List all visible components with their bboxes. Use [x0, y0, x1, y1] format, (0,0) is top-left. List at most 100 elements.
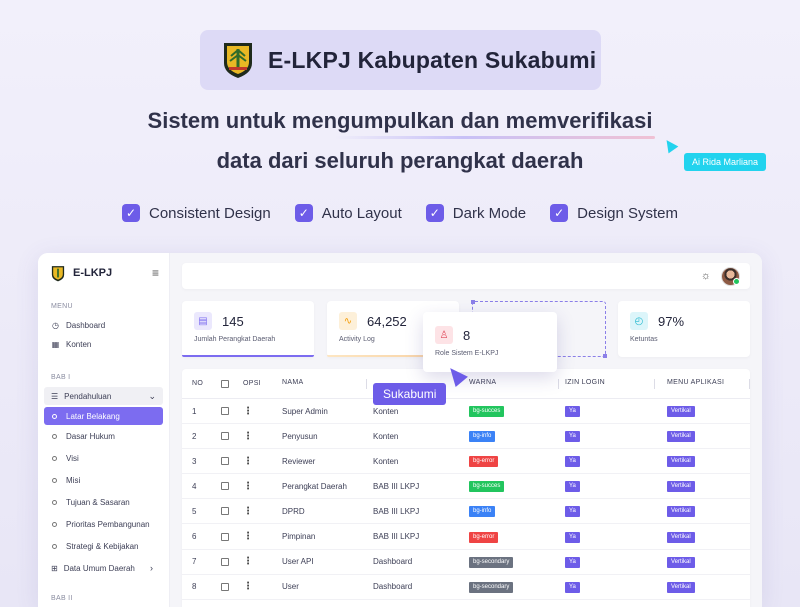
cell-nama: User API — [282, 557, 314, 567]
checkbox-checked-icon: ✓ — [121, 204, 140, 222]
stat-card-role-sistem[interactable]: ♙ 8 Role Sistem E-LKPJ — [423, 312, 557, 372]
feature-item: ✓ Design System — [550, 204, 678, 222]
sidebar-item-strategi-kebijakan[interactable]: Strategi & Kebijakan — [44, 535, 163, 557]
cell-no: 7 — [192, 557, 197, 567]
feature-item: ✓ Dark Mode — [425, 204, 526, 222]
status-badge: bg-error — [469, 531, 499, 543]
menu-badge: Vertikal — [667, 581, 695, 593]
kebab-menu-icon[interactable]: ⋮ — [243, 456, 253, 467]
row-checkbox[interactable] — [221, 457, 229, 466]
menu-badge: Vertikal — [667, 506, 695, 518]
kebab-menu-icon[interactable]: ⋮ — [243, 531, 253, 542]
table-row[interactable]: 2 ⋮ Penyusun Konten bg-info Ya Vertikal — [182, 424, 750, 450]
sidebar-group-pendahuluan[interactable]: ☰ Pendahuluan ⌄ — [44, 387, 163, 405]
cell-nama: User — [282, 582, 299, 592]
izin-badge: Ya — [565, 531, 580, 543]
circle-bullet-icon — [52, 543, 57, 549]
map-icon: ⊞ — [51, 563, 58, 573]
cell-akses: Dashboard — [373, 582, 413, 592]
sidebar-item-tujuan-sasaran[interactable]: Tujuan & Sasaran — [44, 491, 163, 513]
menu-badge: Vertikal — [667, 481, 695, 493]
menu-badge: Vertikal — [667, 556, 695, 568]
kebab-menu-icon[interactable]: ⋮ — [243, 506, 253, 517]
row-checkbox[interactable] — [221, 532, 229, 541]
menu-badge: Vertikal — [667, 456, 695, 468]
circle-bullet-icon — [52, 413, 57, 419]
menu-badge: Vertikal — [667, 431, 695, 443]
sidebar-item-latar-belakang[interactable]: Latar Belakang — [44, 407, 163, 425]
table-row[interactable]: 1 ⋮ Super Admin Konten bg-succes Ya Vertikal — [182, 399, 750, 425]
feature-list: ✓ Consistent Design ✓ Auto Layout ✓ Dark Mo… — [0, 204, 800, 222]
izin-badge: Ya — [565, 406, 580, 418]
kebab-menu-icon[interactable]: ⋮ — [243, 481, 253, 492]
roles-table: NO OPSI NAMA WARNA IZIN LOGIN MENU APLIK… — [182, 369, 750, 607]
cell-no: 6 — [192, 532, 197, 542]
sidebar-item-dasar-hukum[interactable]: Dasar Hukum — [44, 425, 163, 447]
kabupaten-crest-icon — [51, 265, 65, 281]
row-checkbox[interactable] — [221, 407, 229, 416]
izin-badge: Ya — [565, 481, 580, 493]
status-badge: bg-info — [469, 506, 496, 518]
izin-badge: Ya — [565, 556, 580, 568]
kebab-menu-icon[interactable]: ⋮ — [243, 581, 253, 592]
table-row[interactable]: 8 ⋮ User Dashboard bg-secondary Ya Vertikal — [182, 575, 750, 600]
table-row[interactable]: 6 ⋮ Pimpinan BAB III LKPJ bg-error Ya Vertikal — [182, 524, 750, 550]
status-badge: bg-succes — [469, 406, 505, 418]
subtitle-underline-decoration — [335, 136, 655, 139]
stat-card-perangkat-daerah: ▤ 145 Jumlah Perangkat Daerah — [182, 301, 314, 357]
row-checkbox[interactable] — [221, 432, 229, 441]
cell-no: 8 — [192, 582, 197, 592]
select-all-checkbox[interactable] — [221, 379, 229, 388]
table-row[interactable]: 3 ⋮ Reviewer Konten bg-error Ya Vertikal — [182, 449, 750, 475]
sidebar-brand-title: E-LKPJ — [73, 267, 113, 279]
kebab-menu-icon[interactable]: ⋮ — [243, 431, 253, 442]
cursor-label: Sukabumi — [373, 383, 447, 405]
main-content: ☼ ▤ 145 Jumlah Perangkat Daerah ∿ 64,252… — [170, 253, 762, 607]
chevron-down-icon: ⌄ — [148, 390, 156, 401]
hamburger-menu-icon[interactable]: ≡ — [152, 266, 159, 280]
circle-bullet-icon — [52, 455, 57, 461]
checkbox-checked-icon: ✓ — [425, 204, 444, 222]
grid-icon: ▦ — [51, 340, 60, 349]
cell-akses: BAB III LKPJ — [373, 481, 420, 491]
status-badge: bg-secondary — [469, 581, 514, 593]
sun-icon[interactable]: ☼ — [701, 270, 711, 282]
topbar: ☼ — [182, 263, 750, 289]
table-body: 1 ⋮ Super Admin Konten bg-succes Ya Vertikal 2 ⋮… — [182, 399, 750, 600]
status-badge: bg-succes — [469, 481, 505, 493]
circle-bullet-icon — [52, 433, 57, 439]
sidebar-item-dashboard[interactable]: ◷ Dashboard — [44, 316, 163, 335]
status-badge: bg-secondary — [469, 556, 514, 568]
cell-nama: Penyusun — [282, 431, 318, 441]
app-window: E-LKPJ ≡ MENU ◷ Dashboard ▦ Konten BAB I ☰… — [38, 253, 762, 607]
cell-akses: BAB III LKPJ — [373, 506, 420, 516]
kabupaten-crest-icon — [224, 43, 252, 78]
sidebar-item-konten[interactable]: ▦ Konten — [44, 335, 163, 354]
row-checkbox[interactable] — [221, 507, 229, 516]
table-row[interactable]: 7 ⋮ User API Dashboard bg-secondary Ya Vertika… — [182, 550, 750, 575]
kebab-menu-icon[interactable]: ⋮ — [243, 406, 253, 417]
table-row[interactable]: 5 ⋮ DPRD BAB III LKPJ bg-info Ya Vertikal — [182, 499, 750, 525]
row-checkbox[interactable] — [221, 582, 229, 591]
menu-badge: Vertikal — [667, 531, 695, 543]
sidebar-item-data-umum-daerah[interactable]: ⊞ Data Umum Daerah › — [44, 557, 163, 579]
sidebar-item-visi[interactable]: Visi — [44, 447, 163, 469]
table-row[interactable]: 4 ⋮ Perangkat Daerah BAB III LKPJ bg-succes Y… — [182, 474, 750, 500]
row-checkbox[interactable] — [221, 482, 229, 491]
feature-item: ✓ Auto Layout — [294, 204, 402, 222]
circle-bullet-icon — [52, 477, 57, 483]
izin-badge: Ya — [565, 506, 580, 518]
list-icon: ☰ — [51, 391, 59, 401]
kebab-menu-icon[interactable]: ⋮ — [243, 556, 253, 567]
cell-nama: Reviewer — [282, 456, 316, 466]
sidebar-item-misi[interactable]: Misi — [44, 469, 163, 491]
avatar[interactable] — [721, 266, 740, 286]
chevron-right-icon: › — [150, 563, 153, 573]
sidebar-section-bab1: BAB I — [51, 374, 71, 381]
feature-item: ✓ Consistent Design — [121, 204, 271, 222]
sidebar-item-prioritas-pembangunan[interactable]: Prioritas Pembangunan — [44, 513, 163, 535]
cell-no: 1 — [192, 406, 197, 416]
sidebar: E-LKPJ ≡ MENU ◷ Dashboard ▦ Konten BAB I ☰… — [38, 253, 170, 607]
row-checkbox[interactable] — [221, 557, 229, 566]
cell-nama: Perangkat Daerah — [282, 481, 347, 491]
